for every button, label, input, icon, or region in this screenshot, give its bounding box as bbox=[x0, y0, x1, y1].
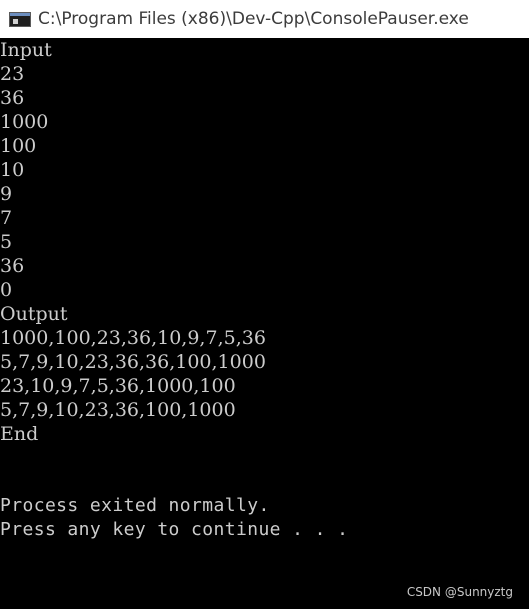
console-line: 100 bbox=[0, 135, 37, 157]
title-bar[interactable]: C:\Program Files (x86)\Dev-Cpp\ConsolePa… bbox=[0, 0, 529, 38]
continue-prompt-line: Press any key to continue . . . bbox=[0, 519, 349, 540]
console-line: End bbox=[0, 423, 39, 445]
console-app-icon bbox=[9, 11, 31, 27]
window-title: C:\Program Files (x86)\Dev-Cpp\ConsolePa… bbox=[38, 9, 469, 29]
console-line: 7 bbox=[0, 207, 13, 229]
console-line: 23,10,9,7,5,36,1000,100 bbox=[0, 375, 236, 397]
console-line: 0 bbox=[0, 279, 13, 301]
console-line: 5,7,9,10,23,36,100,1000 bbox=[0, 399, 236, 421]
console-line: 10 bbox=[0, 159, 25, 181]
process-status-line: Process exited normally. bbox=[0, 495, 270, 516]
console-line: 1000,100,23,36,10,9,7,5,36 bbox=[0, 327, 266, 349]
console-line: 23 bbox=[0, 63, 25, 85]
console-line: 5 bbox=[0, 231, 13, 253]
console-line: 36 bbox=[0, 255, 25, 277]
csdn-watermark: CSDN @Sunnyztg bbox=[406, 585, 513, 599]
console-line: 9 bbox=[0, 183, 13, 205]
console-line: 1000 bbox=[0, 111, 49, 133]
console-line: Input bbox=[0, 39, 52, 61]
console-line: 36 bbox=[0, 87, 25, 109]
console-line: Output bbox=[0, 303, 68, 325]
console-window: C:\Program Files (x86)\Dev-Cpp\ConsolePa… bbox=[0, 0, 529, 609]
console-line: 5,7,9,10,23,36,36,100,1000 bbox=[0, 351, 266, 373]
console-output[interactable]: Input 23 36 1000 100 10 9 7 5 36 0 Outpu… bbox=[0, 38, 529, 609]
